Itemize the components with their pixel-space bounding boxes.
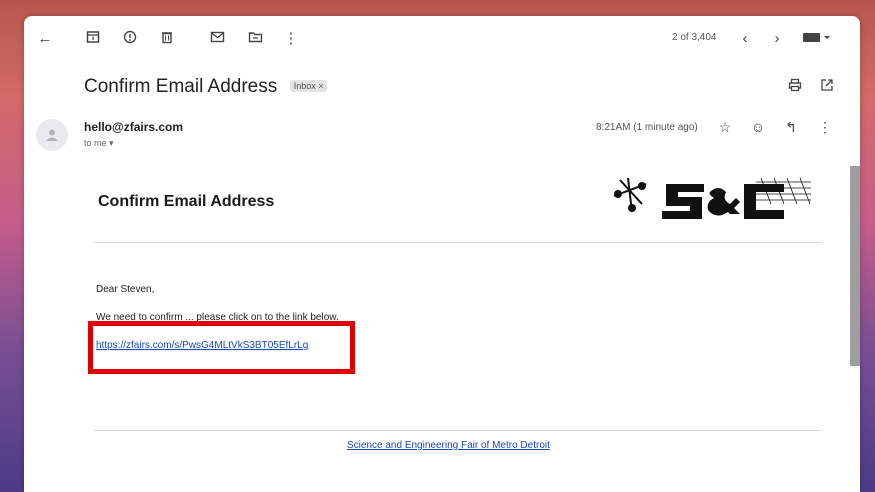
- email-timestamp: 8:21AM (1 minute ago): [596, 122, 698, 133]
- scrollbar[interactable]: [850, 166, 860, 366]
- move-to-icon[interactable]: [246, 30, 264, 48]
- open-in-new-window-icon[interactable]: [818, 78, 836, 96]
- highlight-annotation-box: [88, 321, 355, 374]
- mark-unread-icon[interactable]: [208, 30, 226, 48]
- delete-icon[interactable]: [158, 30, 176, 48]
- emoji-reaction-icon[interactable]: ☺: [749, 118, 767, 136]
- email-body-title: Confirm Email Address: [98, 193, 275, 210]
- footer-divider: [94, 430, 822, 431]
- email-window: ← ⋮ 2 of 3,404 ‹ › Confirm Email Address…: [24, 16, 860, 492]
- prev-icon[interactable]: ‹: [736, 30, 754, 48]
- more-options-icon[interactable]: ⋮: [816, 118, 834, 136]
- avatar: [36, 119, 68, 151]
- reply-icon[interactable]: ↰: [782, 118, 800, 136]
- footer-organization-link[interactable]: Science and Engineering Fair of Metro De…: [347, 440, 550, 451]
- print-icon[interactable]: [786, 78, 804, 96]
- back-arrow-icon[interactable]: ←: [36, 30, 54, 48]
- email-subject: Confirm Email Address: [84, 76, 278, 97]
- greeting-text: Dear Steven,: [96, 284, 155, 295]
- message-counter: 2 of 3,404: [672, 32, 717, 43]
- inbox-label-chip[interactable]: Inbox ×: [289, 79, 328, 92]
- sender-address: hello@zfairs.com: [84, 120, 184, 134]
- archive-icon[interactable]: [84, 30, 102, 48]
- report-spam-icon[interactable]: [121, 30, 139, 48]
- subject-row: Confirm Email Address Inbox ×: [84, 76, 328, 98]
- header-divider: [94, 242, 822, 243]
- next-icon[interactable]: ›: [768, 30, 786, 48]
- recipient-dropdown[interactable]: to me ▾: [84, 138, 114, 149]
- star-icon[interactable]: ☆: [716, 118, 734, 136]
- more-vert-icon[interactable]: ⋮: [282, 30, 300, 48]
- keyboard-icon[interactable]: [802, 30, 832, 48]
- email-toolbar: ← ⋮ 2 of 3,404 ‹ ›: [24, 16, 860, 62]
- sef-logo: [613, 177, 811, 219]
